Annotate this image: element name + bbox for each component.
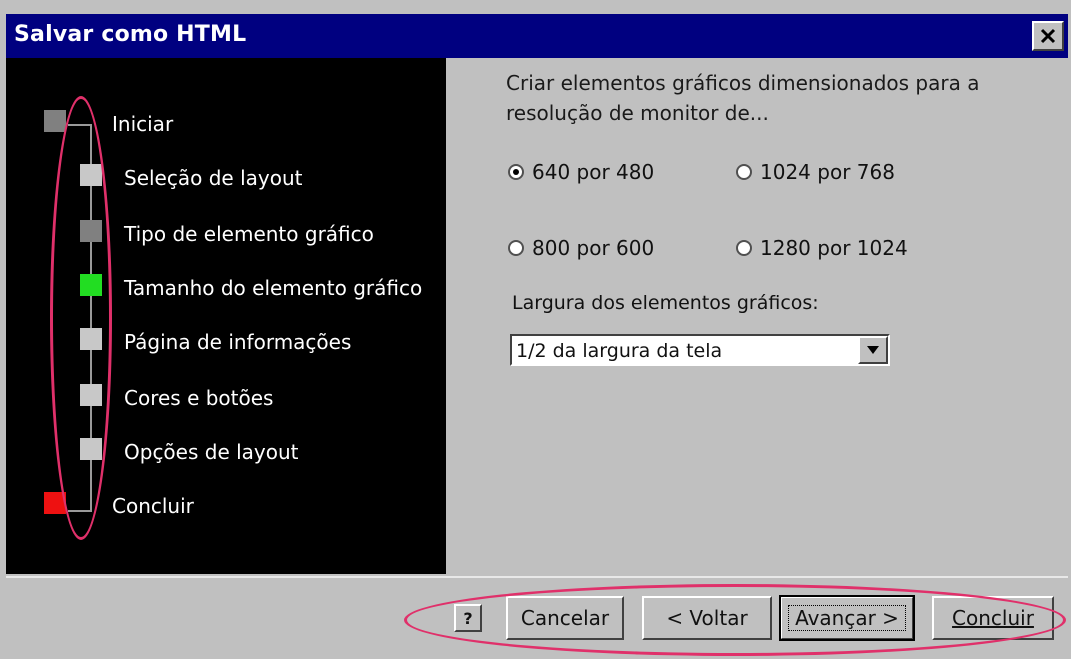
title-bar[interactable]: Salvar como HTML	[6, 14, 1068, 58]
radio-checked-icon	[508, 164, 524, 180]
radio-1024x768[interactable]: 1024 por 768	[736, 160, 895, 184]
chevron-down-icon	[867, 346, 879, 354]
intro-text: Criar elementos gráficos dimensionados p…	[506, 71, 980, 125]
step-marker-icon	[44, 110, 66, 132]
step-label: Tipo de elemento gráfico	[124, 222, 374, 246]
step-label: Página de informações	[124, 330, 352, 354]
buttons-highlight-ellipse	[404, 584, 1066, 656]
radio-800x600[interactable]: 800 por 600	[508, 236, 654, 260]
graphic-size-panel: Criar elementos gráficos dimensionados p…	[446, 58, 1068, 574]
width-label: Largura dos elementos gráficos:	[512, 292, 819, 314]
step-label: Cores e botões	[124, 386, 274, 410]
radio-label: 640 por 480	[532, 160, 655, 184]
radio-label: 1280 por 1024	[760, 236, 908, 260]
step-label: Concluir	[112, 494, 194, 518]
radio-unchecked-icon	[736, 164, 752, 180]
step-label: Tamanho do elemento gráfico	[124, 276, 423, 300]
step-label: Iniciar	[112, 112, 174, 136]
width-select-value: 1/2 da largura da tela	[516, 340, 723, 362]
radio-unchecked-icon	[736, 240, 752, 256]
close-icon	[1040, 28, 1056, 44]
radio-label: 1024 por 768	[760, 160, 895, 184]
window-title: Salvar como HTML	[14, 22, 247, 47]
dropdown-arrow-button[interactable]	[858, 336, 888, 364]
save-as-html-dialog: Salvar como HTML Iniciar Seleção de layo…	[0, 0, 1071, 659]
step-label: Seleção de layout	[124, 166, 303, 190]
step-label: Opções de layout	[124, 440, 299, 464]
width-select[interactable]: 1/2 da largura da tela	[510, 334, 890, 366]
radio-unchecked-icon	[508, 240, 524, 256]
steps-highlight-ellipse	[50, 96, 112, 540]
radio-1280x1024[interactable]: 1280 por 1024	[736, 236, 908, 260]
radio-640x480[interactable]: 640 por 480	[508, 160, 654, 184]
radio-label: 800 por 600	[532, 236, 655, 260]
close-button[interactable]	[1032, 21, 1064, 51]
